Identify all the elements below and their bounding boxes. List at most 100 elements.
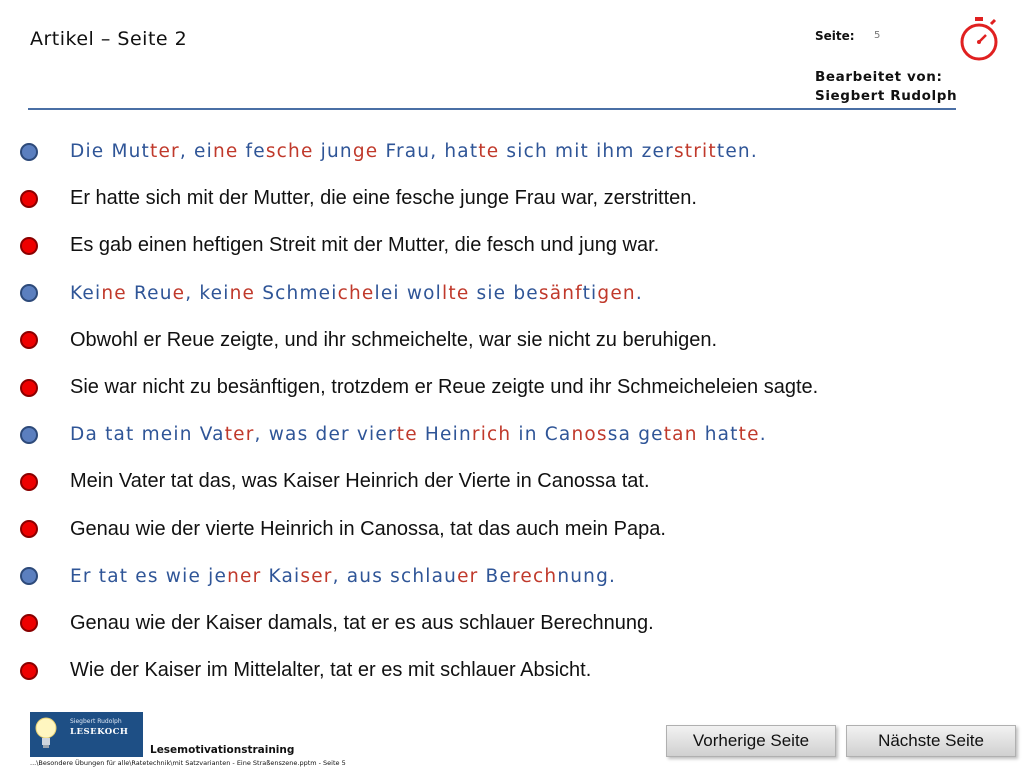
syllable-segment: . <box>635 282 643 304</box>
syllable-sentence: Keine Reue, keine Schmeichelei wollte si… <box>70 283 643 304</box>
syllable-segment: er <box>457 565 479 587</box>
syllable-segment: Kai <box>261 565 301 587</box>
syllable-segment: tan <box>663 424 698 446</box>
syllable-segment: ser <box>300 565 333 587</box>
syllable-sentence: Die Mutter, eine fesche junge Frau, hatt… <box>70 141 758 162</box>
syllable-sentence: Da tat mein Vater, was der vierte Heinri… <box>70 424 767 445</box>
syllable-sentence: Er tat es wie jener Kaiser, aus schlauer… <box>70 566 616 587</box>
syllable-segment: Frau, hat <box>378 141 479 163</box>
header-divider <box>28 108 956 110</box>
sentence-row: Keine Reue, keine Schmeichelei wollte si… <box>20 270 1010 317</box>
syllable-segment: , kei <box>185 282 230 304</box>
variant-sentence: Er hatte sich mit der Mutter, die eine f… <box>70 187 697 210</box>
next-page-button[interactable]: Nächste Seite <box>846 725 1016 757</box>
lightbulb-icon <box>35 717 57 748</box>
syllable-segment: ter <box>224 424 255 446</box>
red-bullet[interactable] <box>20 331 38 350</box>
syllable-segment: ne <box>212 141 239 163</box>
variant-sentence: Obwohl er Reue zeigte, und ihr schmeiche… <box>70 328 718 351</box>
sentence-row: Genau wie der Kaiser damals, tat er es a… <box>20 600 1010 647</box>
syllable-segment: strit <box>673 141 717 163</box>
syllable-segment: nung. <box>557 565 617 587</box>
bearbeitet-block: Bearbeitet von: Siegbert Rudolph <box>815 68 957 106</box>
syllable-segment: lte <box>442 282 470 304</box>
bearbeitet-label: Bearbeitet von: <box>815 69 943 85</box>
variant-sentence: Es gab einen heftigen Streit mit der Mut… <box>70 234 660 257</box>
logo-line2: LESEKOCH <box>70 727 129 737</box>
syllable-segment: , aus schlau <box>332 565 458 587</box>
syllable-segment: Da tat mein Va <box>70 424 225 446</box>
syllable-segment: e <box>172 282 186 304</box>
syllable-segment: gen <box>597 282 636 304</box>
variant-sentence: Genau wie der vierte Heinrich in Canossa… <box>70 517 666 540</box>
sentence-row: Die Mutter, eine fesche junge Frau, hatt… <box>20 128 1010 175</box>
syllable-segment: te <box>478 141 500 163</box>
syllable-segment: sänf <box>538 282 583 304</box>
red-bullet[interactable] <box>20 189 38 208</box>
sentence-row: Wie der Kaiser im Mittelalter, tat er es… <box>20 647 1010 694</box>
sentence-row: Es gab einen heftigen Streit mit der Mut… <box>20 222 1010 269</box>
seite-number: 5 <box>874 30 881 41</box>
syllable-segment: sie be <box>469 282 539 304</box>
syllable-segment: sche <box>265 141 314 163</box>
syllable-segment: in Ca <box>511 424 572 446</box>
variant-sentence: Wie der Kaiser im Mittelalter, tat er es… <box>70 659 592 682</box>
syllable-segment: , was der vier <box>254 424 397 446</box>
red-bullet[interactable] <box>20 614 38 633</box>
seite-label: Seite: <box>815 29 855 43</box>
syllable-segment: ten. <box>716 141 758 163</box>
syllable-segment: ge <box>352 141 379 163</box>
syllable-segment: Reu <box>126 282 173 304</box>
syllable-segment: rech <box>512 565 558 587</box>
sentence-row: Mein Vater tat das, was Kaiser Heinrich … <box>20 458 1010 505</box>
variant-sentence: Genau wie der Kaiser damals, tat er es a… <box>70 611 654 634</box>
syllable-segment: te <box>738 424 760 446</box>
sentence-row: Er hatte sich mit der Mutter, die eine f… <box>20 175 1010 222</box>
syllable-segment: Die Mut <box>70 141 150 163</box>
syllable-segment: hat <box>697 424 739 446</box>
syllable-segment: Be <box>478 565 513 587</box>
sentence-list: Die Mutter, eine fesche junge Frau, hatt… <box>20 128 1010 694</box>
syllable-segment: ti <box>582 282 598 304</box>
sentence-row: Obwohl er Reue zeigte, und ihr schmeiche… <box>20 317 1010 364</box>
previous-page-button[interactable]: Vorherige Seite <box>666 725 836 757</box>
sentence-row: Genau wie der vierte Heinrich in Canossa… <box>20 506 1010 553</box>
syllable-segment: jun <box>313 141 353 163</box>
sentence-row: Da tat mein Vater, was der vierte Heinri… <box>20 411 1010 458</box>
blue-bullet[interactable] <box>20 284 38 303</box>
syllable-segment: Schmei <box>255 282 338 304</box>
syllable-segment: ne <box>229 282 256 304</box>
syllable-segment: , ei <box>179 141 213 163</box>
syllable-segment: fe <box>238 141 266 163</box>
syllable-segment: ner <box>227 565 262 587</box>
syllable-segment: Er tat es wie je <box>70 565 228 587</box>
training-label: Lesemotivationstraining <box>150 744 295 756</box>
blue-bullet[interactable] <box>20 142 38 161</box>
red-bullet[interactable] <box>20 236 38 255</box>
syllable-segment: ter <box>150 141 180 163</box>
leselkoch-logo: Siegbert Rudolph LESEKOCH <box>30 712 143 757</box>
stopwatch-icon[interactable] <box>955 15 1003 63</box>
syllable-segment: ne <box>101 282 127 304</box>
syllable-segment: Kei <box>70 282 102 304</box>
file-path: ...\Besondere Übungen für alle\Ratetechn… <box>30 759 346 767</box>
red-bullet[interactable] <box>20 472 38 491</box>
variant-sentence: Sie war nicht zu besänftigen, trotzdem e… <box>70 376 819 399</box>
variant-sentence: Mein Vater tat das, was Kaiser Heinrich … <box>70 470 650 493</box>
syllable-segment: rich <box>471 424 512 446</box>
syllable-segment: sa ge <box>607 424 664 446</box>
red-bullet[interactable] <box>20 378 38 397</box>
sentence-row: Sie war nicht zu besänftigen, trotzdem e… <box>20 364 1010 411</box>
red-bullet[interactable] <box>20 661 38 680</box>
syllable-segment: Hein <box>417 424 472 446</box>
syllable-segment: . <box>759 424 767 446</box>
blue-bullet[interactable] <box>20 425 38 444</box>
blue-bullet[interactable] <box>20 567 38 586</box>
syllable-segment: sich mit ihm zer <box>499 141 674 163</box>
logo-line1: Siegbert Rudolph <box>70 718 122 725</box>
red-bullet[interactable] <box>20 520 38 539</box>
syllable-segment: lei wol <box>374 282 443 304</box>
syllable-segment: che <box>337 282 375 304</box>
sentence-row: Er tat es wie jener Kaiser, aus schlauer… <box>20 553 1010 600</box>
syllable-segment: te <box>396 424 418 446</box>
